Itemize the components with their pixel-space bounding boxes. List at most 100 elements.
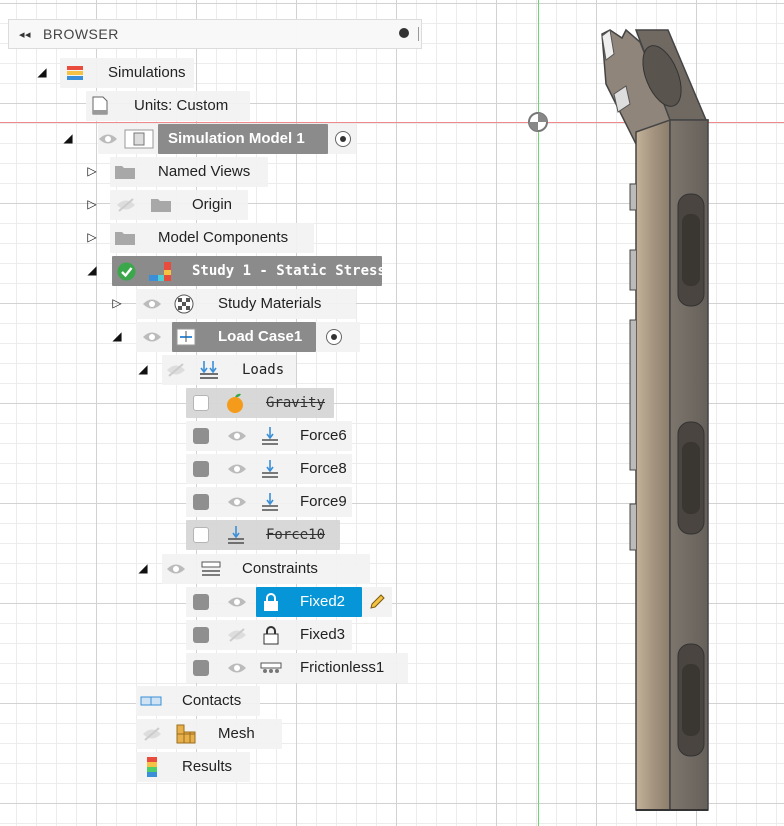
- expanded-icon[interactable]: ◢: [61, 131, 75, 145]
- tree-row-force9[interactable]: Force9: [0, 487, 370, 517]
- folder-icon: [115, 232, 135, 245]
- tree-label-simulations: Simulations: [108, 64, 186, 81]
- mesh-icon: [176, 724, 196, 744]
- tree-label-fixed2: Fixed2: [300, 593, 346, 610]
- tree-label-study: Study 1 - Static Stress: [192, 263, 386, 279]
- loads-icon: [200, 361, 218, 379]
- collapsed-icon[interactable]: ▷: [85, 197, 99, 211]
- tree-row-load-case[interactable]: ◢ Load Case1: [0, 322, 370, 352]
- tree-row-simulations[interactable]: ◢ Simulations: [0, 58, 200, 88]
- force10-checkbox[interactable]: [193, 527, 209, 543]
- tree-row-force10[interactable]: Force10: [0, 520, 360, 550]
- eye-icon[interactable]: [98, 132, 118, 146]
- eye-icon[interactable]: [227, 595, 247, 609]
- document-icon: [92, 96, 108, 115]
- constraints-icon: [201, 561, 221, 576]
- eye-icon[interactable]: [227, 661, 247, 675]
- expanded-icon[interactable]: ◢: [136, 362, 150, 376]
- force8-checkbox[interactable]: [193, 461, 209, 477]
- tree-row-study[interactable]: ◢ Study 1 - Static Stress: [0, 256, 400, 286]
- eye-icon[interactable]: [142, 330, 162, 344]
- bone-plate-model[interactable]: [596, 24, 784, 812]
- tree-row-constraints[interactable]: ◢ Constraints: [0, 554, 380, 584]
- gravity-checkbox[interactable]: [193, 395, 209, 411]
- pencil-icon[interactable]: [368, 593, 386, 611]
- folder-icon: [115, 166, 135, 179]
- tree-label-loads: Loads: [242, 362, 285, 378]
- tree-row-origin[interactable]: ▷ Origin: [0, 190, 260, 220]
- force-arrow-icon: [228, 526, 244, 544]
- tree-row-force6[interactable]: Force6: [0, 421, 370, 451]
- force-arrow-icon: [262, 493, 278, 511]
- tree-row-force8[interactable]: Force8: [0, 454, 370, 484]
- tree-row-named-views[interactable]: ▷ Named Views: [0, 157, 290, 187]
- eye-slash-icon[interactable]: [166, 363, 186, 377]
- panel-grip[interactable]: [418, 27, 419, 41]
- frictionless-icon: [260, 662, 282, 673]
- static-stress-icon: [149, 262, 171, 281]
- eye-icon[interactable]: [227, 495, 247, 509]
- tree-label-frictionless1: Frictionless1: [300, 659, 385, 676]
- collapsed-icon[interactable]: ▷: [85, 164, 99, 178]
- tree-row-mesh[interactable]: Mesh: [0, 719, 290, 749]
- pin-icon[interactable]: [399, 28, 409, 38]
- tree-label-force10: Force10: [266, 527, 326, 543]
- expanded-icon[interactable]: ◢: [35, 65, 49, 79]
- expanded-icon[interactable]: ◢: [85, 263, 99, 277]
- fixed3-checkbox[interactable]: [193, 627, 209, 643]
- tree-label-fixed3: Fixed3: [300, 626, 346, 643]
- frictionless1-checkbox[interactable]: [193, 660, 209, 676]
- tree-row-gravity[interactable]: Gravity: [0, 388, 340, 418]
- component-icon: [124, 129, 154, 149]
- tree-row-frictionless1[interactable]: Frictionless1: [0, 653, 420, 683]
- folder-icon: [151, 199, 171, 212]
- tree-row-study-materials[interactable]: ▷ Study Materials: [0, 289, 370, 319]
- eye-icon[interactable]: [227, 462, 247, 476]
- tree-row-contacts[interactable]: Contacts: [0, 686, 280, 716]
- tree-row-fixed2[interactable]: Fixed2: [0, 587, 400, 617]
- lock-icon: [264, 593, 278, 611]
- activate-radio[interactable]: [326, 329, 342, 345]
- tree-label-model-components: Model Components: [158, 229, 289, 246]
- contacts-icon: [140, 696, 162, 706]
- tree-row-units[interactable]: Units: Custom: [0, 91, 260, 121]
- tree-label-load-case: Load Case1: [218, 328, 303, 345]
- tree-label-force6: Force6: [300, 427, 347, 444]
- browser-title: BROWSER: [43, 26, 119, 42]
- tree-row-results[interactable]: Results: [0, 752, 280, 782]
- expanded-icon[interactable]: ◢: [110, 329, 124, 343]
- tree-label-origin: Origin: [192, 196, 233, 213]
- eye-icon[interactable]: [166, 562, 186, 576]
- tree-label-constraints: Constraints: [242, 560, 318, 577]
- collapsed-icon[interactable]: ▷: [85, 230, 99, 244]
- tree-label-contacts: Contacts: [182, 692, 242, 709]
- tree-label-study-materials: Study Materials: [218, 295, 322, 312]
- check-circle-icon: [117, 262, 136, 281]
- gravity-apple-icon: [227, 393, 243, 413]
- materials-icon: [174, 294, 194, 314]
- collapse-panel-icon[interactable]: ◂◂: [19, 28, 35, 41]
- fixed2-checkbox[interactable]: [193, 594, 209, 610]
- tree-label-gravity: Gravity: [266, 395, 326, 411]
- tree-label-named-views: Named Views: [158, 163, 251, 180]
- eye-slash-icon[interactable]: [142, 727, 162, 741]
- browser-header[interactable]: ◂◂ BROWSER: [8, 19, 422, 49]
- tree-label-force8: Force8: [300, 460, 347, 477]
- activate-radio[interactable]: [335, 131, 351, 147]
- eye-slash-icon[interactable]: [116, 198, 136, 212]
- force-arrow-icon: [262, 460, 278, 478]
- tree-row-model-components[interactable]: ▷ Model Components: [0, 223, 330, 253]
- force9-checkbox[interactable]: [193, 494, 209, 510]
- origin-marker-icon[interactable]: [527, 111, 549, 133]
- tree-row-loads[interactable]: ◢ Loads: [0, 355, 310, 385]
- tree-label-units: Units: Custom: [134, 97, 229, 114]
- eye-icon[interactable]: [227, 429, 247, 443]
- load-case-icon: [176, 328, 196, 346]
- eye-icon[interactable]: [142, 297, 162, 311]
- eye-slash-icon[interactable]: [227, 628, 247, 642]
- force6-checkbox[interactable]: [193, 428, 209, 444]
- tree-row-fixed3[interactable]: Fixed3: [0, 620, 370, 650]
- tree-row-simulation-model[interactable]: ◢ Simulation Model 1: [0, 124, 370, 154]
- collapsed-icon[interactable]: ▷: [110, 296, 124, 310]
- expanded-icon[interactable]: ◢: [136, 561, 150, 575]
